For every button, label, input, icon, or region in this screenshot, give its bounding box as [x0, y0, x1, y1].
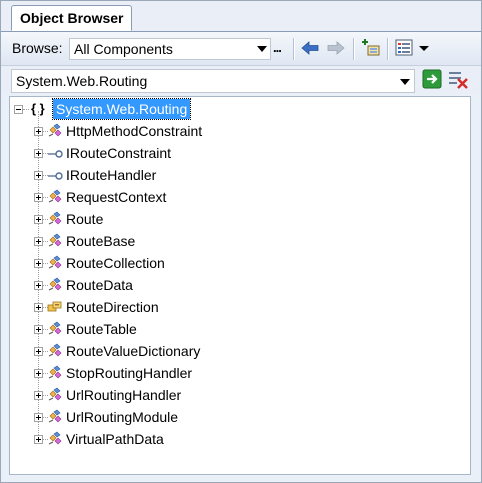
browse-scope-dropdown[interactable]: All Components: [69, 38, 271, 60]
tree-item[interactable]: VirtualPathData: [10, 429, 470, 449]
tree-item[interactable]: UrlRoutingHandler: [10, 385, 470, 405]
expand-toggle[interactable]: [34, 149, 43, 158]
expand-toggle[interactable]: [34, 369, 43, 378]
class-icon: [47, 277, 63, 293]
tree-item-label: UrlRoutingHandler: [66, 387, 182, 403]
interface-icon: [47, 145, 63, 161]
forward-arrow-icon: [327, 41, 345, 55]
tree-item-label: RouteValueDictionary: [66, 343, 201, 359]
tree-item-label: RouteBase: [66, 233, 136, 249]
tree-item-label: HttpMethodConstraint: [66, 123, 203, 139]
tree-item[interactable]: StopRoutingHandler: [10, 363, 470, 383]
expand-toggle[interactable]: [34, 413, 43, 422]
toolbar: Browse: All Components ...: [1, 32, 481, 66]
expand-toggle[interactable]: [34, 347, 43, 356]
tree-item-label: RouteCollection: [66, 255, 165, 271]
forward-button[interactable]: [325, 37, 347, 59]
expand-toggle[interactable]: [34, 127, 43, 136]
tree-item-label: IRouteConstraint: [66, 145, 172, 161]
class-icon: [47, 189, 63, 205]
tree-item[interactable]: RouteBase: [10, 231, 470, 251]
toolbar-separator: [387, 38, 389, 60]
tree-item-label: RouteData: [66, 277, 133, 293]
tree-item[interactable]: Route: [10, 209, 470, 229]
settings-menu-icon: [395, 39, 413, 56]
expand-toggle[interactable]: [34, 391, 43, 400]
class-icon: [47, 343, 63, 359]
tree-item-label: VirtualPathData: [66, 431, 164, 447]
toolbar-separator: [353, 38, 355, 60]
object-browser-window: Object Browser Browse: All Components ..…: [0, 0, 482, 483]
expand-toggle[interactable]: [34, 237, 43, 246]
expand-toggle[interactable]: [34, 259, 43, 268]
namespace-braces-icon: { }: [31, 101, 45, 116]
add-reference-button[interactable]: [360, 37, 382, 59]
expand-toggle[interactable]: [34, 281, 43, 290]
class-icon: [47, 431, 63, 447]
tab-object-browser[interactable]: Object Browser: [11, 5, 133, 31]
browse-scope-value: All Components: [74, 41, 173, 57]
expand-toggle[interactable]: [34, 303, 43, 312]
go-arrow-icon: [422, 69, 442, 89]
clear-search-icon: [449, 72, 468, 89]
tree-root-row[interactable]: { } System.Web.Routing: [10, 98, 470, 120]
tree-item-label: UrlRoutingModule: [66, 409, 179, 425]
chevron-down-icon: [400, 79, 410, 85]
expand-toggle[interactable]: [34, 435, 43, 444]
expand-toggle[interactable]: [34, 171, 43, 180]
class-icon: [47, 233, 63, 249]
tree-item[interactable]: RouteCollection: [10, 253, 470, 273]
class-icon: [47, 255, 63, 271]
tree-item-label: Route: [66, 211, 104, 227]
tree-item-label: RouteTable: [66, 321, 137, 337]
search-combobox[interactable]: System.Web.Routing: [11, 69, 415, 93]
enum-icon: [47, 299, 63, 315]
chevron-down-icon: [419, 46, 429, 51]
class-icon: [47, 211, 63, 227]
tree-item[interactable]: HttpMethodConstraint: [10, 121, 470, 141]
class-icon: [47, 365, 63, 381]
class-icon: [47, 409, 63, 425]
tree-item[interactable]: IRouteHandler: [10, 165, 470, 185]
collapse-toggle[interactable]: [14, 105, 23, 114]
tree-item[interactable]: IRouteConstraint: [10, 143, 470, 163]
back-arrow-icon: [301, 41, 319, 55]
interface-icon: [47, 167, 63, 183]
class-icon: [47, 123, 63, 139]
class-icon: [47, 321, 63, 337]
tree-item[interactable]: RequestContext: [10, 187, 470, 207]
expand-toggle[interactable]: [34, 325, 43, 334]
browse-label: Browse:: [12, 40, 63, 56]
expand-toggle[interactable]: [34, 215, 43, 224]
tree-item-label: RouteDirection: [66, 299, 159, 315]
browser-settings-button[interactable]: [394, 37, 416, 59]
toolbar-separator: [293, 38, 295, 60]
tab-strip: Object Browser: [1, 1, 481, 32]
add-reference-icon: [362, 39, 380, 56]
tree-root-label[interactable]: System.Web.Routing: [51, 98, 192, 120]
edit-custom-components-button[interactable]: ...: [273, 40, 282, 55]
expand-toggle[interactable]: [34, 193, 43, 202]
object-tree[interactable]: { } System.Web.Routing HttpMethodConstra…: [9, 96, 471, 475]
tree-item-label: RequestContext: [66, 189, 167, 205]
search-bar: System.Web.Routing: [1, 66, 481, 94]
settings-dropdown-button[interactable]: [417, 37, 431, 59]
chevron-down-icon: [257, 46, 267, 52]
tree-item[interactable]: UrlRoutingModule: [10, 407, 470, 427]
back-button[interactable]: [299, 37, 321, 59]
tree-item-label: IRouteHandler: [66, 167, 157, 183]
tree-item-label: StopRoutingHandler: [66, 365, 193, 381]
search-go-button[interactable]: [421, 68, 443, 90]
tree-item[interactable]: RouteTable: [10, 319, 470, 339]
tree-item[interactable]: RouteData: [10, 275, 470, 295]
class-icon: [47, 387, 63, 403]
search-value: System.Web.Routing: [16, 73, 148, 89]
clear-search-button[interactable]: [447, 68, 469, 90]
tree-item[interactable]: RouteValueDictionary: [10, 341, 470, 361]
tree-item[interactable]: RouteDirection: [10, 297, 470, 317]
